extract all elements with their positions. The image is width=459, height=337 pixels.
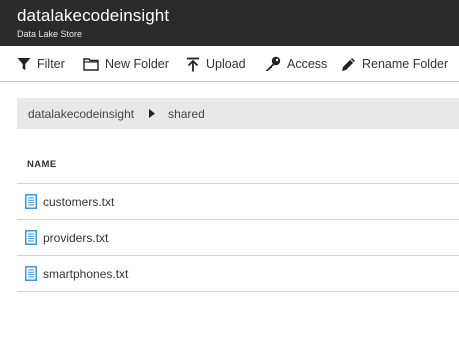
text-file-icon: [25, 194, 37, 209]
table-row[interactable]: customers.txt: [17, 184, 459, 220]
rename-folder-button[interactable]: Rename Folder: [341, 55, 448, 73]
upload-icon: [187, 57, 199, 71]
table-row[interactable]: smartphones.txt: [17, 256, 459, 292]
upload-button[interactable]: Upload: [186, 55, 246, 73]
breadcrumb: datalakecodeinsight shared: [17, 98, 459, 129]
new-folder-icon: [83, 58, 99, 71]
access-label: Access: [287, 57, 328, 71]
file-name: smartphones.txt: [43, 266, 129, 281]
upload-label: Upload: [206, 57, 246, 71]
column-header-name[interactable]: NAME: [17, 150, 459, 184]
new-folder-label: New Folder: [105, 57, 169, 71]
blade-title: datalakecodeinsight: [17, 6, 170, 25]
command-bar: Filter New Folder Upload Access Rename F…: [0, 46, 459, 82]
key-icon: [265, 56, 281, 71]
text-file-icon: [25, 266, 37, 281]
data-lake-explorer: datalakecodeinsight Data Lake Store Filt…: [0, 0, 459, 337]
breadcrumb-root[interactable]: datalakecodeinsight: [28, 107, 134, 121]
pencil-icon: [342, 57, 355, 71]
blade-header: datalakecodeinsight Data Lake Store: [0, 0, 459, 46]
filter-button[interactable]: Filter: [17, 55, 65, 73]
filter-label: Filter: [37, 57, 65, 71]
table-row[interactable]: providers.txt: [17, 220, 459, 256]
text-file-icon: [25, 230, 37, 245]
filter-icon: [17, 58, 31, 70]
file-name: customers.txt: [43, 194, 115, 209]
file-list: NAME customers.txt providers.txt smartph…: [17, 150, 459, 292]
new-folder-button[interactable]: New Folder: [83, 55, 169, 73]
chevron-right-icon: [149, 109, 156, 118]
blade-subtitle: Data Lake Store: [17, 29, 83, 39]
breadcrumb-current[interactable]: shared: [168, 107, 205, 121]
file-name: providers.txt: [43, 230, 109, 245]
rename-folder-label: Rename Folder: [362, 57, 449, 71]
access-button[interactable]: Access: [264, 55, 327, 73]
